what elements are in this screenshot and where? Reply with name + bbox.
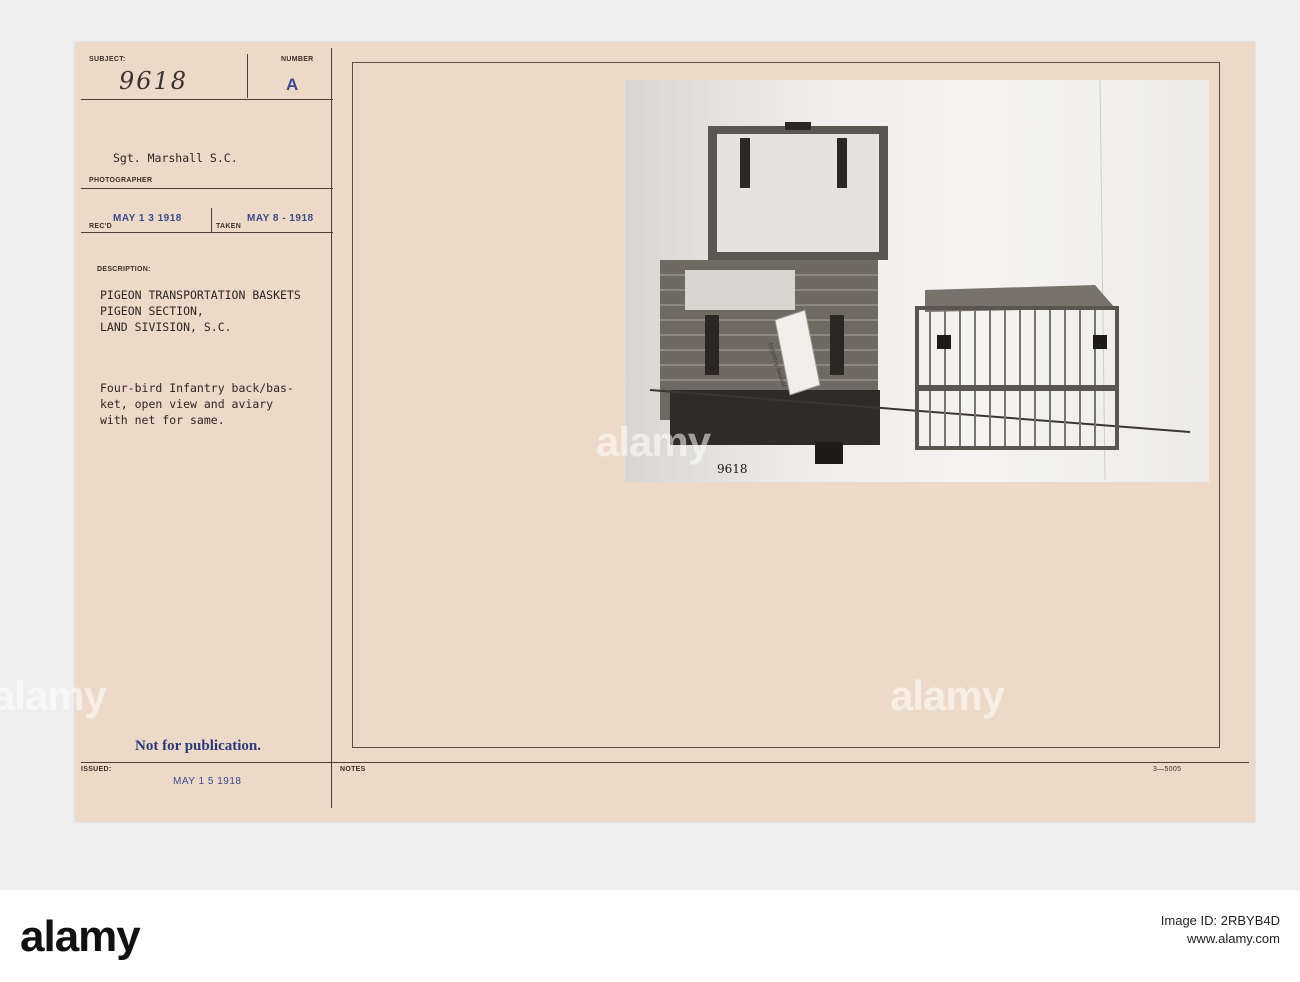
subject-value: 9618 bbox=[119, 67, 189, 95]
number-value: A bbox=[286, 75, 299, 94]
description-label: DESCRIPTION: bbox=[97, 266, 151, 273]
rule-subject bbox=[81, 99, 333, 100]
description-line-3: LAND SIVISION, S.C. bbox=[100, 320, 232, 334]
subject-number-divider bbox=[247, 54, 248, 98]
not-for-publication-stamp: Not for publication. bbox=[135, 738, 261, 754]
dates-divider bbox=[211, 208, 212, 233]
left-column-divider bbox=[331, 48, 332, 808]
rule-photographer bbox=[81, 188, 333, 189]
caption-line-1: Four-bird Infantry back/bas- bbox=[100, 381, 294, 395]
taken-stamp: MAY 8 - 1918 bbox=[247, 213, 314, 224]
watermark-1: alamy bbox=[596, 418, 711, 465]
description-line-2: PIGEON SECTION, bbox=[100, 304, 204, 318]
alamy-site-link[interactable]: www.alamy.com bbox=[1161, 930, 1280, 948]
description-line-1: PIGEON TRANSPORTATION BASKETS bbox=[100, 288, 301, 302]
form-number: 3—5005 bbox=[1153, 766, 1182, 773]
rule-bottom bbox=[81, 762, 1249, 763]
received-stamp: MAY 1 3 1918 bbox=[113, 213, 182, 224]
number-label: NUMBER bbox=[281, 56, 314, 63]
watermark-2: alamy bbox=[0, 672, 107, 719]
watermark-3: alamy bbox=[890, 672, 1005, 719]
photo-handwritten-number: 9618 bbox=[717, 462, 748, 476]
footer-bar bbox=[0, 890, 1300, 982]
alamy-logo[interactable]: alamy bbox=[20, 912, 141, 962]
taken-label: TAKEN bbox=[216, 223, 242, 230]
photographer-name: Sgt. Marshall S.C. bbox=[113, 151, 238, 165]
issued-stamp: MAY 1 5 1918 bbox=[173, 776, 242, 787]
received-label: REC'D bbox=[89, 223, 112, 230]
photographer-label: PHOTOGRAPHER bbox=[89, 177, 153, 184]
photograph: 9618 Infantry basket bbox=[625, 80, 1209, 482]
rule-dates bbox=[81, 232, 333, 233]
caption-line-2: ket, open view and aviary bbox=[100, 397, 274, 411]
subject-label: SUBJECT: bbox=[89, 56, 126, 63]
image-id-block: Image ID: 2RBYB4D www.alamy.com bbox=[1161, 912, 1280, 948]
pigeon-baskets-illustration bbox=[649, 80, 1191, 481]
caption-line-3: with net for same. bbox=[100, 413, 225, 427]
image-id: Image ID: 2RBYB4D bbox=[1160, 913, 1280, 928]
issued-label: ISSUED: bbox=[81, 766, 112, 773]
notes-label: NOTES bbox=[340, 766, 366, 773]
